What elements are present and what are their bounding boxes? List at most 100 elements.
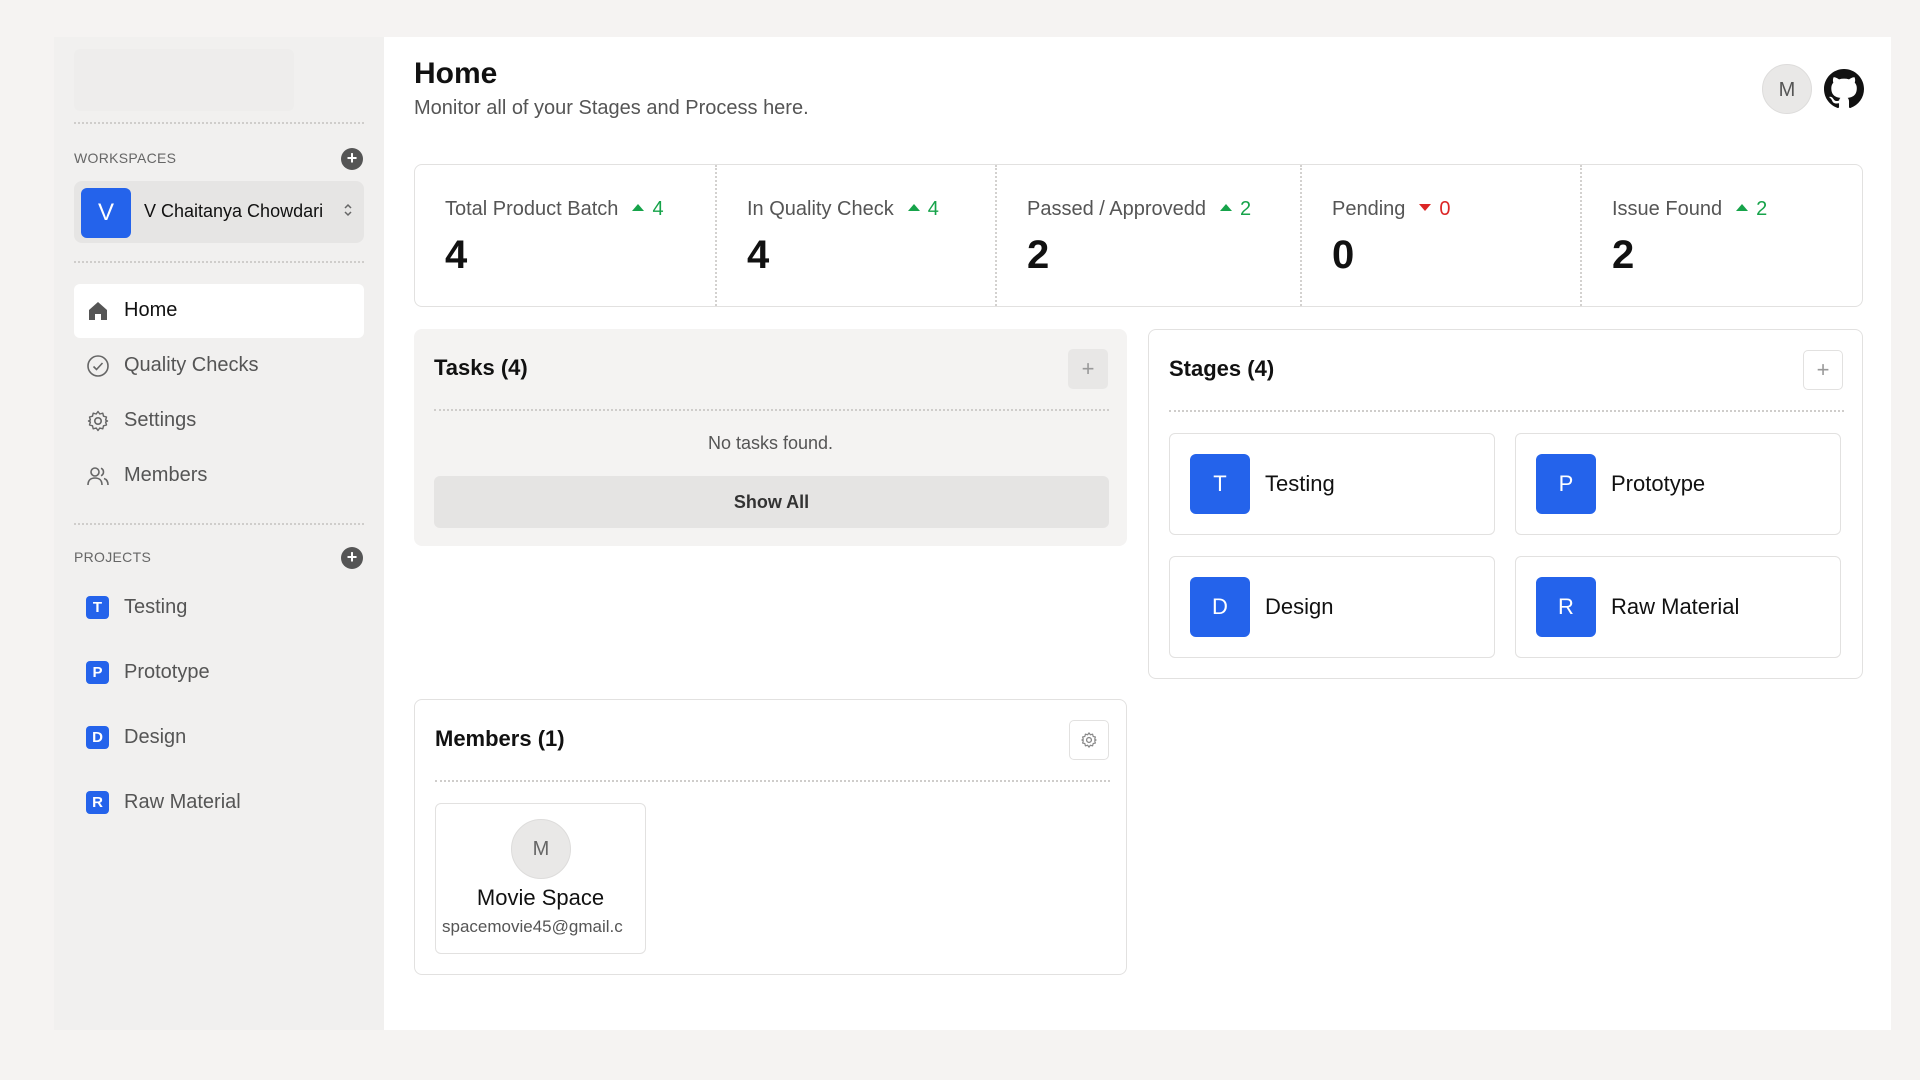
stage-card-prototype[interactable]: P Prototype	[1515, 433, 1841, 535]
stages-title: Stages (4)	[1169, 356, 1275, 381]
stage-badge: R	[1536, 577, 1596, 637]
stat-change: 4	[927, 198, 939, 220]
member-avatar: M	[511, 819, 571, 879]
page-subtitle: Monitor all of your Stages and Process h…	[414, 97, 809, 119]
add-stage-button[interactable]: +	[1803, 350, 1843, 390]
workspaces-heading: WORKSPACES	[74, 150, 177, 166]
divider	[74, 261, 364, 263]
stat-value: 4	[445, 233, 468, 277]
main-content: Home Monitor all of your Stages and Proc…	[384, 37, 1891, 1030]
trend-down-icon	[1419, 204, 1432, 212]
stats-bar: Total Product Batch 4 4 In Quality Check 4…	[414, 164, 1863, 307]
stat-change: 2	[1240, 198, 1252, 220]
divider	[74, 523, 364, 525]
gear-icon	[87, 410, 109, 432]
divider	[434, 409, 1109, 411]
members-title: Members (1)	[435, 726, 565, 751]
nav-label: Settings	[124, 409, 197, 431]
stat-label: In Quality Check	[747, 198, 894, 220]
stat-trend: 4	[632, 198, 664, 220]
stage-badge: D	[1190, 577, 1250, 637]
stat-label: Pending	[1332, 198, 1406, 220]
add-project-button[interactable]: +	[341, 547, 363, 569]
tasks-panel: Tasks (4) + No tasks found. Show All	[414, 329, 1127, 546]
stat-value: 2	[1027, 233, 1050, 277]
project-label: Design	[124, 726, 187, 748]
stat-value: 2	[1612, 233, 1635, 277]
stat-trend: 0	[1419, 198, 1451, 220]
stage-label: Prototype	[1611, 471, 1706, 496]
home-icon	[89, 302, 107, 320]
sidebar: WORKSPACES + V V Chaitanya Chowdari Home…	[54, 37, 384, 1030]
stage-label: Design	[1265, 594, 1334, 619]
trend-up-icon	[907, 204, 920, 212]
stat-label: Issue Found	[1612, 198, 1723, 220]
stat-trend: 2	[1736, 198, 1767, 220]
project-label: Raw Material	[124, 791, 241, 813]
stat-passed-approved: Passed / Approvedd 2 2	[995, 165, 1300, 306]
project-badge: T	[86, 596, 109, 619]
divider	[435, 780, 1110, 782]
nav-label: Members	[124, 464, 208, 486]
nav-item-home[interactable]: Home	[74, 284, 364, 338]
stat-trend: 4	[907, 198, 939, 220]
workspace-switcher[interactable]: V V Chaitanya Chowdari	[74, 181, 364, 243]
member-card[interactable]: M Movie Space spacemovie45@gmail.c	[435, 803, 646, 954]
stage-badge: T	[1190, 454, 1250, 514]
stages-panel: Stages (4) + T Testing P Prototype D Des…	[1148, 329, 1863, 679]
nav-item-settings[interactable]: Settings	[74, 394, 364, 448]
trend-up-icon	[1736, 204, 1749, 212]
stat-label: Passed / Approvedd	[1027, 198, 1207, 220]
divider	[1169, 410, 1844, 412]
nav-label: Quality Checks	[124, 354, 259, 376]
stat-pending: Pending 0 0	[1300, 165, 1580, 306]
project-badge: P	[86, 661, 109, 684]
nav-label: Home	[124, 299, 178, 321]
add-task-button[interactable]: +	[1068, 349, 1108, 389]
project-item-testing[interactable]: T Testing	[74, 586, 364, 630]
trend-up-icon	[632, 204, 645, 212]
github-icon[interactable]	[1824, 69, 1864, 109]
stat-in-quality-check: In Quality Check 4 4	[715, 165, 995, 306]
workspace-avatar: V	[81, 188, 131, 238]
stat-change: 2	[1756, 198, 1768, 220]
stage-card-design[interactable]: D Design	[1169, 556, 1495, 658]
stage-label: Testing	[1265, 471, 1335, 496]
project-badge: R	[86, 791, 109, 814]
divider	[74, 122, 364, 124]
projects-heading: PROJECTS	[74, 549, 152, 565]
project-badge: D	[86, 726, 109, 749]
user-avatar[interactable]: M	[1762, 64, 1812, 114]
logo-placeholder	[74, 49, 294, 111]
stat-value: 0	[1332, 233, 1355, 277]
members-panel: Members (1) M Movie Space spacemovie45@g…	[414, 699, 1127, 975]
stage-badge: P	[1536, 454, 1596, 514]
member-name: Movie Space	[476, 885, 605, 910]
nav-item-members[interactable]: Members	[74, 449, 364, 503]
stat-change: 0	[1439, 198, 1451, 220]
stage-card-raw-material[interactable]: R Raw Material	[1515, 556, 1841, 658]
project-label: Prototype	[124, 661, 210, 683]
project-item-raw-material[interactable]: R Raw Material	[74, 781, 364, 825]
stat-total-product-batch: Total Product Batch 4 4	[415, 165, 715, 306]
check-circle-icon	[87, 355, 109, 377]
chevron-up-down-icon	[344, 203, 352, 217]
stat-label: Total Product Batch	[445, 198, 619, 220]
gear-icon	[1081, 732, 1097, 748]
add-workspace-button[interactable]: +	[341, 148, 363, 170]
stat-issue-found: Issue Found 2 2	[1580, 165, 1862, 306]
stage-card-testing[interactable]: T Testing	[1169, 433, 1495, 535]
project-item-design[interactable]: D Design	[74, 716, 364, 760]
member-email: spacemovie45@gmail.c	[442, 917, 623, 936]
trend-up-icon	[1220, 204, 1233, 212]
members-settings-button[interactable]	[1069, 720, 1109, 760]
project-item-prototype[interactable]: P Prototype	[74, 651, 364, 695]
page-title: Home	[414, 57, 498, 90]
stat-change: 4	[652, 198, 664, 220]
nav-item-quality-checks[interactable]: Quality Checks	[74, 339, 364, 393]
project-label: Testing	[124, 596, 188, 618]
stage-label: Raw Material	[1611, 594, 1740, 619]
tasks-empty-message: No tasks found.	[707, 433, 834, 453]
workspace-name: V Chaitanya Chowdari	[144, 201, 324, 221]
show-all-button[interactable]: Show All	[434, 476, 1109, 528]
